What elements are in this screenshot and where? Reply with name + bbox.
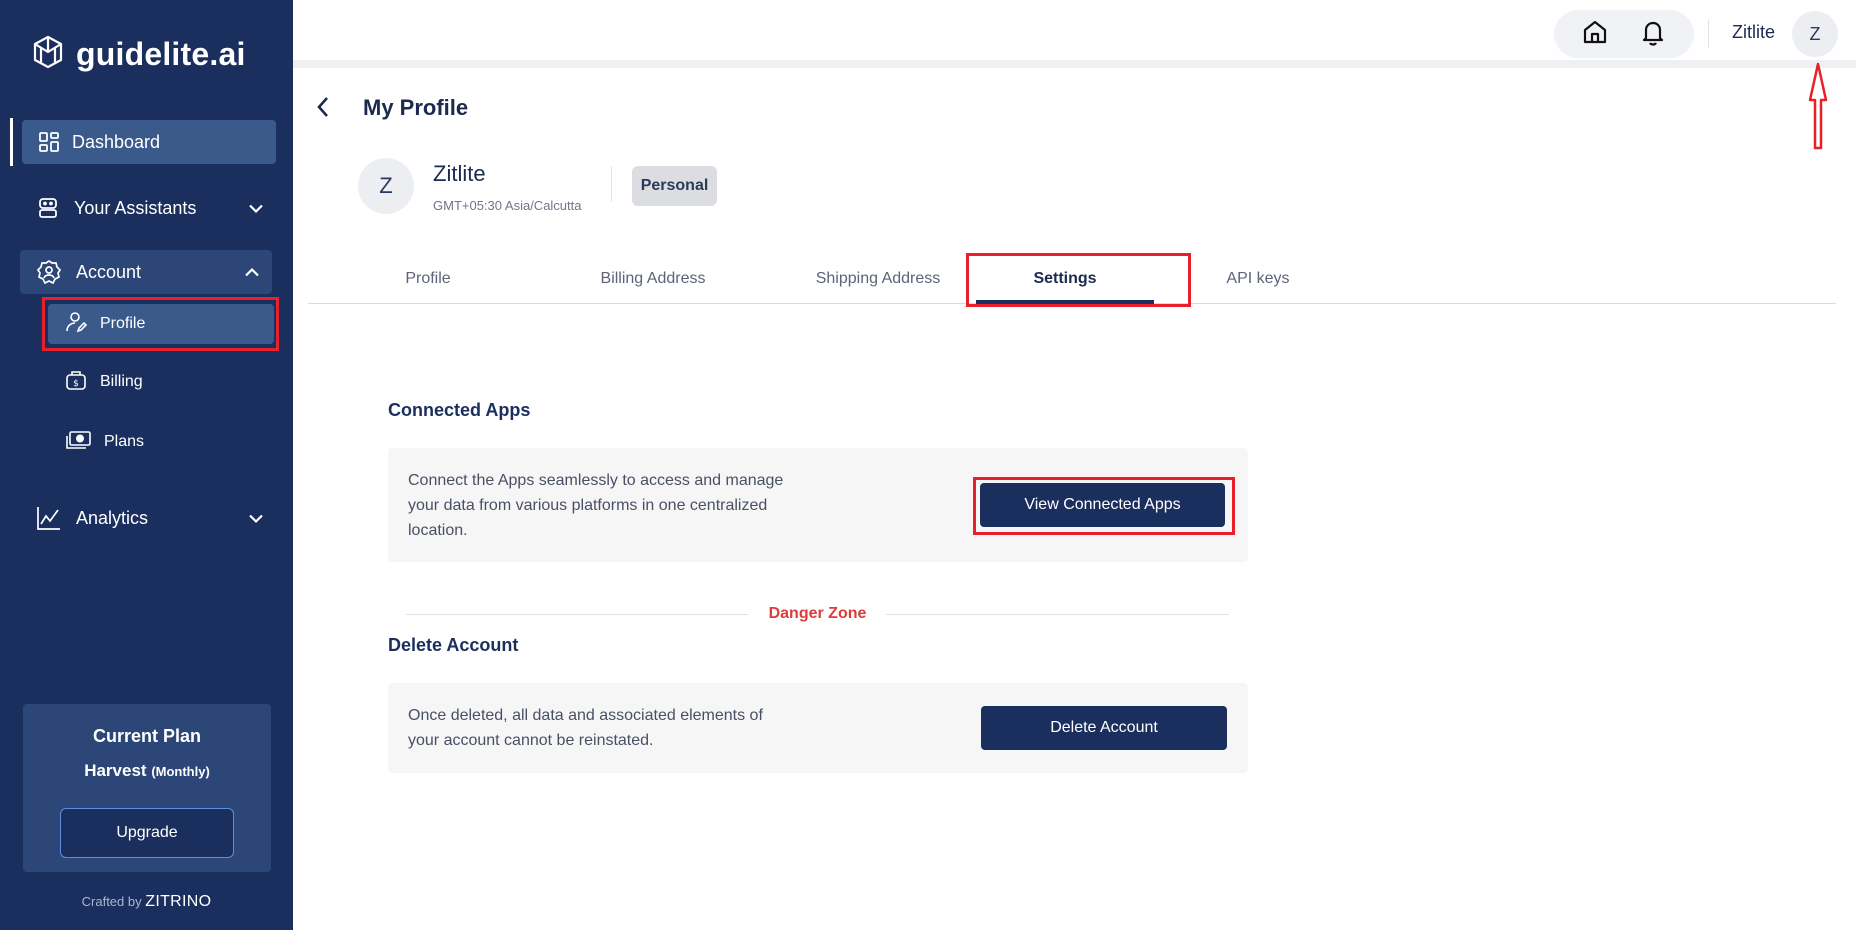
delete-account-card: Once deleted, all data and associated el… [388,683,1248,773]
analytics-chart-icon [36,505,62,531]
sidebar-item-label: Dashboard [72,131,161,152]
divider [406,614,748,615]
top-icon-group [1554,10,1694,58]
profile-name: Zitlite [433,161,486,186]
company-name[interactable]: ZITRINO [145,893,211,910]
avatar[interactable]: Z [1792,11,1838,57]
chevron-left-icon [314,97,332,124]
home-icon[interactable] [1581,18,1609,51]
brand-name: guidelite.ai [76,36,246,72]
sidebar-item-analytics[interactable]: Analytics [36,496,276,540]
chevron-down-icon[interactable] [248,508,264,529]
brand-logo[interactable]: guidelite.ai [30,34,246,75]
svg-text:$: $ [73,379,79,389]
profile-avatar: Z [358,158,414,214]
sidebar-item-plans[interactable]: Plans [64,422,144,462]
account-type-badge: Personal [632,166,717,206]
tab-profile[interactable]: Profile [368,254,488,304]
plan-period: (Monthly) [151,764,210,779]
sidebar-item-billing[interactable]: $ Billing [64,362,143,402]
sidebar-item-label: Analytics [76,507,149,528]
annotation-arrow-up-icon [1808,62,1828,157]
description-line: location. [408,522,468,539]
user-edit-icon [64,310,88,339]
current-plan-card: Current Plan Harvest (Monthly) Upgrade [23,704,271,872]
profile-tabs: Profile Billing Address Shipping Address… [308,254,1836,304]
dashboard-grid-icon [38,131,60,153]
upgrade-button[interactable]: Upgrade [60,808,234,858]
sidebar-item-label: Account [76,261,142,282]
profile-timezone: GMT+05:30 Asia/Calcutta [433,198,582,213]
description-line: your data from various platforms in one … [408,497,768,514]
view-connected-apps-button[interactable]: View Connected Apps [980,483,1225,527]
sidebar-item-label: Billing [100,373,143,390]
sidebar-item-your-assistants[interactable]: Your Assistants [36,186,276,230]
description-line: your account cannot be reinstated. [408,732,654,749]
tab-settings[interactable]: Settings [970,254,1160,304]
sidebar: guidelite.ai Dashboard Your Assistants A… [0,0,293,930]
back-button[interactable] [314,94,332,125]
crafted-by: Crafted by ZITRINO [0,893,293,911]
plan-title: Current Plan [92,726,202,746]
tab-billing-address[interactable]: Billing Address [578,254,728,304]
sidebar-item-label: Profile [100,315,146,332]
chevron-down-icon[interactable] [248,198,264,219]
sidebar-item-dashboard[interactable]: Dashboard [22,120,276,164]
delete-account-description: Once deleted, all data and associated el… [408,703,763,753]
crafted-by-label: Crafted by [81,894,142,909]
chevron-up-icon[interactable] [244,262,260,283]
connected-apps-card: Connect the Apps seamlessly to access an… [388,448,1248,562]
money-icon [64,428,92,457]
billing-bag-icon: $ [64,368,88,397]
user-gear-icon [36,259,62,285]
description-line: Once deleted, all data and associated el… [408,707,763,724]
sidebar-item-account[interactable]: Account [20,250,272,294]
sidebar-item-label: Your Assistants [74,197,197,218]
page-title: My Profile [363,95,469,120]
danger-zone-label: Danger Zone [768,605,867,622]
divider [611,166,612,202]
connected-apps-title: Connected Apps [388,400,531,420]
sidebar-item-profile[interactable]: Profile [48,304,274,344]
bell-icon[interactable] [1639,18,1667,51]
assistant-robot-icon [36,196,60,220]
guidelite-logo-icon [30,34,66,75]
tab-shipping-address[interactable]: Shipping Address [788,254,968,304]
description-line: Connect the Apps seamlessly to access an… [408,472,784,489]
divider [886,614,1229,615]
divider [1708,20,1709,48]
sidebar-item-label: Plans [104,433,145,450]
delete-account-title: Delete Account [388,635,519,655]
active-indicator [10,118,13,166]
delete-account-button[interactable]: Delete Account [981,706,1227,750]
tab-api-keys[interactable]: API keys [1198,254,1318,304]
user-name[interactable]: Zitlite [1732,22,1775,43]
plan-name-text: Harvest [84,761,147,780]
connected-apps-description: Connect the Apps seamlessly to access an… [408,468,783,543]
plan-name: Harvest (Monthly) [23,761,271,781]
